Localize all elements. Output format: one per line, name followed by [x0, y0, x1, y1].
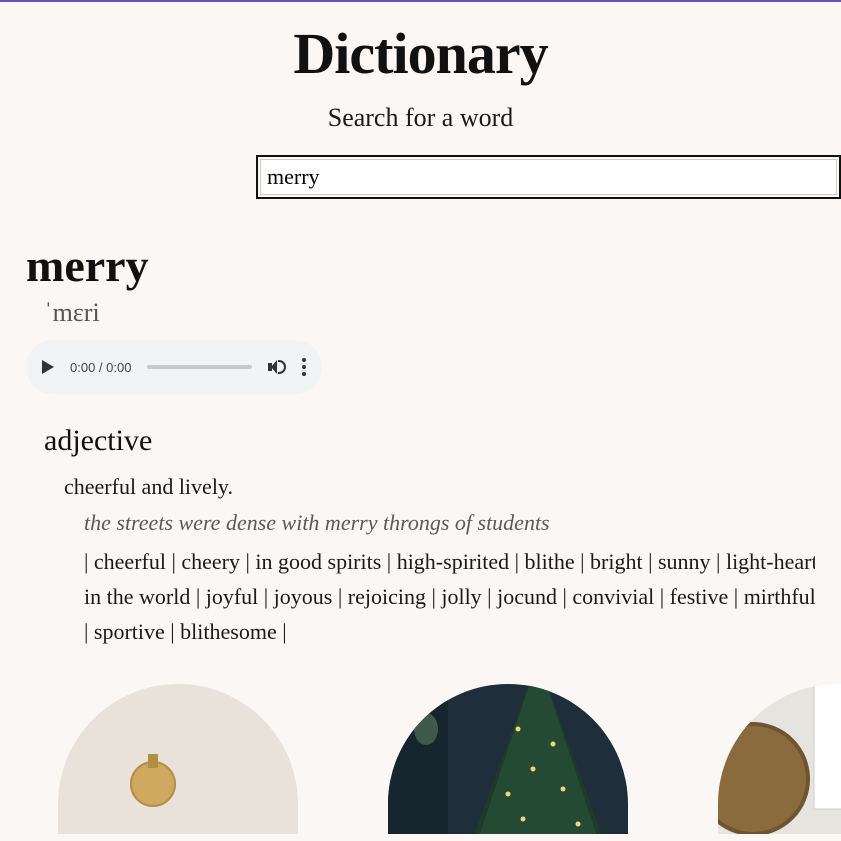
search-input[interactable] [261, 160, 836, 194]
part-of-speech: adjective [44, 424, 815, 458]
image-thumbnail[interactable]: MA T [718, 684, 841, 834]
entry-word: merry [26, 239, 815, 292]
page-subtitle: Search for a word [0, 103, 841, 133]
page-title: Dictionary [0, 20, 841, 87]
definition: cheerful and lively. [64, 474, 815, 500]
entry: merry ˈmɛri 0:00 / 0:00 adjective cheerf… [0, 239, 841, 834]
search-field-outer [256, 155, 841, 199]
audio-player: 0:00 / 0:00 [26, 340, 322, 394]
header: Dictionary Search for a word [0, 2, 841, 133]
synonym-line: | cheerful | cheery | in good spirits | … [84, 544, 815, 579]
image-thumbnail[interactable] [58, 684, 298, 834]
audio-progress[interactable] [147, 365, 252, 369]
image-thumbnail[interactable] [388, 684, 628, 834]
page-container: Dictionary Search for a word merry ˈmɛri… [0, 2, 841, 834]
search-field-inner [260, 159, 837, 195]
example-sentence: the streets were dense with merry throng… [84, 510, 815, 536]
audio-time: 0:00 / 0:00 [70, 360, 131, 375]
synonym-line: | sportive | blithesome | [84, 614, 815, 649]
more-icon[interactable] [302, 358, 306, 376]
entry-phonetic: ˈmɛri [44, 298, 815, 328]
image-row: MA T [58, 684, 815, 834]
volume-icon[interactable] [268, 358, 286, 376]
search-wrap [0, 155, 841, 199]
play-icon[interactable] [42, 360, 54, 374]
synonyms-block: | cheerful | cheery | in good spirits | … [84, 544, 815, 650]
synonym-line: in the world | joyful | joyous | rejoici… [84, 579, 815, 614]
